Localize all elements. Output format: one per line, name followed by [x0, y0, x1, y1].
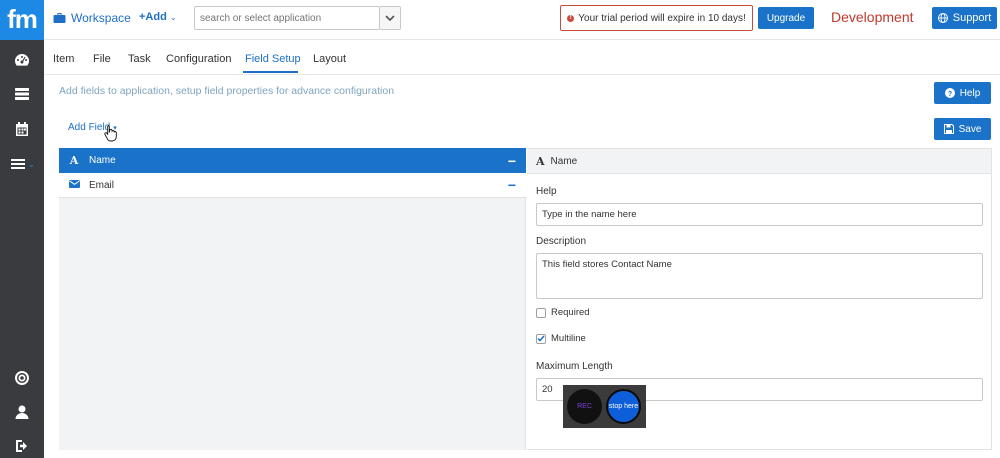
- target-icon[interactable]: [0, 366, 44, 390]
- required-checkbox[interactable]: Required: [536, 307, 590, 318]
- add-label: +Add: [139, 11, 167, 23]
- description-field-label: Description: [536, 236, 587, 247]
- checkbox-checked-icon: [536, 333, 546, 344]
- text-icon: A: [69, 154, 79, 167]
- text-icon: A: [536, 154, 545, 168]
- top-bar: Workspace +Add ⌄ ! Your trial period wil…: [44, 0, 1000, 40]
- user-icon[interactable]: [0, 400, 44, 424]
- tab-item[interactable]: Item: [53, 53, 74, 65]
- app-logo[interactable]: fm: [0, 0, 44, 40]
- server-icon[interactable]: [0, 82, 44, 106]
- envelope-icon: [59, 179, 89, 191]
- tab-file[interactable]: File: [93, 53, 111, 65]
- logout-icon[interactable]: [0, 434, 44, 458]
- menu-icon[interactable]: ⌄: [0, 152, 44, 176]
- help-label: Help: [959, 87, 981, 99]
- dashboard-icon[interactable]: [0, 48, 44, 72]
- help-button[interactable]: ? Help: [934, 82, 991, 104]
- add-menu-button[interactable]: +Add ⌄: [139, 11, 177, 23]
- checkbox-unchecked-icon: [536, 307, 546, 318]
- tab-field-setup[interactable]: Field Setup: [245, 53, 301, 65]
- chevron-down-icon: ⌄: [28, 159, 35, 169]
- globe-icon: [937, 13, 948, 23]
- briefcase-icon: [53, 13, 66, 23]
- trial-alert: ! Your trial period will expire in 10 da…: [560, 5, 753, 31]
- multiline-checkbox[interactable]: Multiline: [536, 333, 586, 344]
- page-description: Add fields to application, setup field p…: [59, 85, 395, 97]
- application-search-input[interactable]: [194, 6, 380, 30]
- save-label: Save: [958, 123, 982, 135]
- chevron-down-icon: [385, 14, 395, 21]
- question-icon: ?: [944, 88, 955, 98]
- tab-layout[interactable]: Layout: [313, 53, 346, 65]
- tab-bar: Item File Task Configuration Field Setup…: [44, 40, 1000, 75]
- help-field-label: Help: [536, 186, 557, 197]
- search-dropdown-button[interactable]: [380, 6, 401, 30]
- environment-label: Development: [831, 9, 914, 25]
- active-tab-indicator: [243, 71, 298, 73]
- multiline-label: Multiline: [551, 333, 586, 344]
- calendar-icon[interactable]: [0, 117, 44, 141]
- workspace-label: Workspace: [71, 11, 131, 25]
- record-button[interactable]: REC: [567, 389, 602, 424]
- left-rail: fm ⌄: [0, 0, 44, 458]
- description-textarea[interactable]: This field stores Contact Name: [536, 253, 983, 299]
- required-label: Required: [551, 307, 590, 318]
- max-length-field-label: Maximum Length: [536, 361, 613, 372]
- floppy-icon: [943, 124, 954, 134]
- alert-icon: !: [567, 14, 575, 22]
- support-label: Support: [952, 12, 992, 24]
- help-text-input[interactable]: Type in the name here: [536, 203, 983, 226]
- stop-recording-button[interactable]: stop here: [606, 389, 641, 424]
- field-row-email[interactable]: Email −: [59, 173, 526, 198]
- remove-field-button[interactable]: −: [502, 153, 522, 169]
- upgrade-button[interactable]: Upgrade: [758, 7, 814, 29]
- field-label: Name: [89, 155, 116, 166]
- save-button[interactable]: Save: [934, 118, 991, 140]
- svg-text:?: ?: [948, 91, 952, 98]
- properties-header: A Name: [527, 149, 991, 174]
- tab-configuration[interactable]: Configuration: [166, 53, 231, 65]
- chevron-down-icon: ⌄: [169, 12, 177, 22]
- hand-pointer-icon: [104, 125, 117, 142]
- fields-list: A Name − Email −: [59, 148, 526, 450]
- tab-task[interactable]: Task: [128, 53, 151, 65]
- field-row-name[interactable]: A Name −: [59, 148, 526, 173]
- workspace-menu[interactable]: Workspace: [53, 11, 131, 25]
- field-label: Email: [89, 179, 115, 191]
- support-button[interactable]: Support: [932, 7, 997, 29]
- screen-recorder-widget: REC stop here: [563, 385, 646, 428]
- properties-title: Name: [550, 155, 578, 167]
- remove-field-button[interactable]: −: [502, 177, 522, 193]
- trial-message: Your trial period will expire in 10 days…: [578, 12, 746, 24]
